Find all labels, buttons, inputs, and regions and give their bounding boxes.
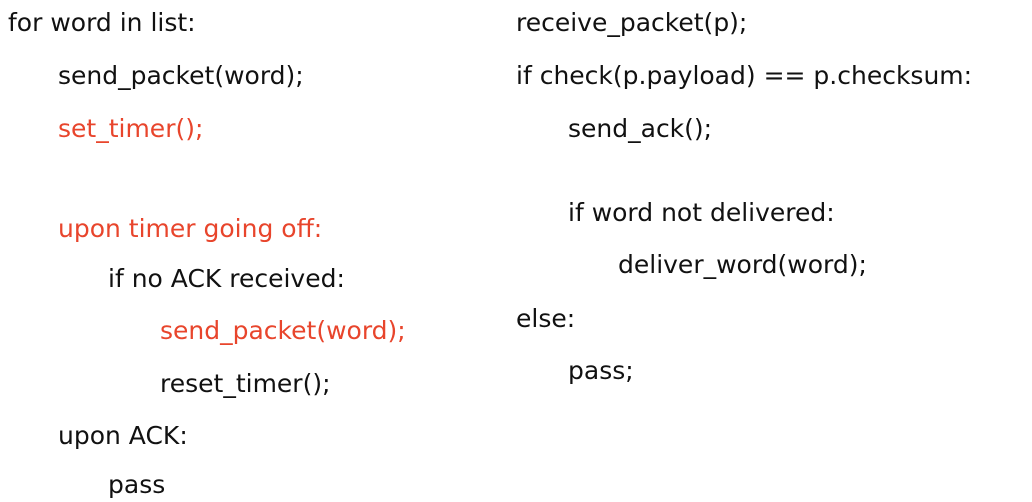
code-line-pass: pass [108, 470, 166, 499]
code-line-upon-ack: upon ACK: [58, 421, 188, 450]
code-line-if-word-not-delivered: if word not delivered: [568, 198, 835, 227]
code-line-send-ack: send_ack(); [568, 114, 713, 143]
code-line-resend-packet: send_packet(word); [160, 316, 406, 345]
code-line-pass: pass; [568, 356, 634, 385]
code-line-set-timer: set_timer(); [58, 114, 204, 143]
code-line-for-loop: for word in list: [8, 8, 196, 37]
code-line-send-packet: send_packet(word); [58, 61, 304, 90]
code-line-if-check: if check(p.payload) == p.checksum: [516, 61, 973, 90]
code-line-reset-timer: reset_timer(); [160, 369, 331, 398]
code-line-receive-packet: receive_packet(p); [516, 8, 748, 37]
code-line-else: else: [516, 304, 576, 333]
code-line-upon-timer: upon timer going off: [58, 214, 323, 243]
code-line-if-no-ack: if no ACK received: [108, 264, 345, 293]
code-line-deliver-word: deliver_word(word); [618, 250, 867, 279]
